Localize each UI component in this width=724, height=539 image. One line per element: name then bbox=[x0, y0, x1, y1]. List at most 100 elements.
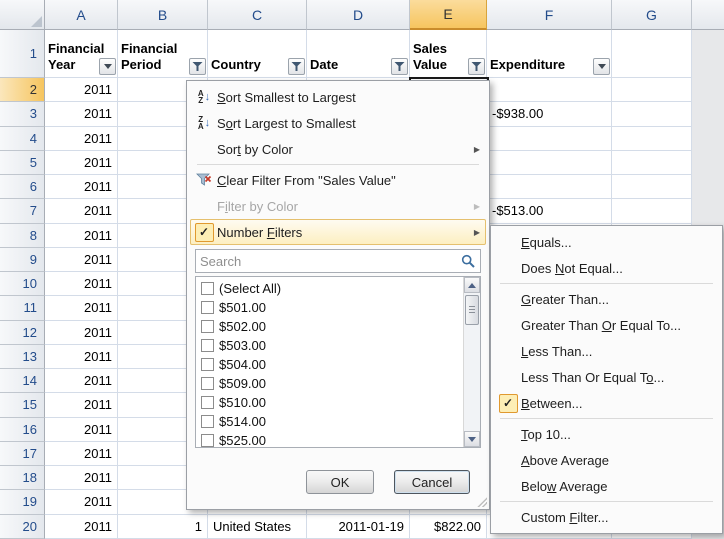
filter-button-b[interactable] bbox=[189, 58, 206, 75]
submenu-item-equals[interactable]: Equals... bbox=[493, 229, 720, 255]
row-header-9[interactable]: 9 bbox=[0, 248, 45, 272]
row-header-1[interactable]: 1 bbox=[0, 30, 45, 78]
checkbox[interactable] bbox=[201, 377, 214, 390]
submenu-item-below-average[interactable]: Below Average bbox=[493, 473, 720, 499]
checkbox[interactable] bbox=[201, 415, 214, 428]
cell-d20[interactable]: 2011-01-19 bbox=[307, 515, 410, 539]
submenu-item-top-10[interactable]: Top 10... bbox=[493, 421, 720, 447]
row-header-5[interactable]: 5 bbox=[0, 151, 45, 175]
cell-f2[interactable] bbox=[487, 78, 612, 102]
cancel-button[interactable]: Cancel bbox=[394, 470, 470, 494]
menu-item-sort-largest-to-smallest[interactable]: ZA↓Sort Largest to Smallest bbox=[190, 110, 486, 136]
filter-button-e[interactable] bbox=[468, 58, 485, 75]
row-header-15[interactable]: 15 bbox=[0, 393, 45, 417]
cell-c20[interactable]: United States bbox=[208, 515, 307, 539]
cell-a7[interactable]: 2011 bbox=[45, 199, 118, 223]
submenu-item-custom-filter[interactable]: Custom Filter... bbox=[493, 504, 720, 530]
filter-value-501-00[interactable]: $501.00 bbox=[199, 298, 463, 317]
row-header-14[interactable]: 14 bbox=[0, 369, 45, 393]
row-header-3[interactable]: 3 bbox=[0, 102, 45, 126]
cell-g3[interactable] bbox=[612, 102, 692, 126]
cell-a11[interactable]: 2011 bbox=[45, 296, 118, 320]
menu-item-sort-smallest-to-largest[interactable]: AZ↓Sort Smallest to Largest bbox=[190, 84, 486, 110]
header-cell-g1[interactable] bbox=[612, 30, 692, 78]
cell-g5[interactable] bbox=[612, 151, 692, 175]
checkbox[interactable] bbox=[201, 282, 214, 295]
cell-g7[interactable] bbox=[612, 199, 692, 223]
submenu-item-greater-than-or-equal-to[interactable]: Greater Than Or Equal To... bbox=[493, 312, 720, 338]
column-header-b[interactable]: B bbox=[118, 0, 208, 30]
column-header-c[interactable]: C bbox=[208, 0, 307, 30]
row-header-7[interactable]: 7 bbox=[0, 199, 45, 223]
cell-g4[interactable] bbox=[612, 127, 692, 151]
filter-button-f[interactable] bbox=[593, 58, 610, 75]
cell-a2[interactable]: 2011 bbox=[45, 78, 118, 102]
filter-value-select-all[interactable]: (Select All) bbox=[199, 279, 463, 298]
scroll-up-button[interactable] bbox=[464, 277, 480, 293]
row-header-11[interactable]: 11 bbox=[0, 296, 45, 320]
cell-g2[interactable] bbox=[612, 78, 692, 102]
cell-a18[interactable]: 2011 bbox=[45, 466, 118, 490]
filter-value-503-00[interactable]: $503.00 bbox=[199, 336, 463, 355]
cell-a6[interactable]: 2011 bbox=[45, 175, 118, 199]
row-header-10[interactable]: 10 bbox=[0, 272, 45, 296]
row-header-18[interactable]: 18 bbox=[0, 466, 45, 490]
cell-a8[interactable]: 2011 bbox=[45, 224, 118, 248]
filter-value-525-00[interactable]: $525.00 bbox=[199, 431, 463, 447]
cell-a20[interactable]: 2011 bbox=[45, 515, 118, 539]
submenu-item-does-not-equal[interactable]: Does Not Equal... bbox=[493, 255, 720, 281]
cell-b20[interactable]: 1 bbox=[118, 515, 208, 539]
header-cell-b1[interactable]: Financial Period bbox=[118, 30, 208, 78]
submenu-item-less-than[interactable]: Less Than... bbox=[493, 338, 720, 364]
filter-value-502-00[interactable]: $502.00 bbox=[199, 317, 463, 336]
cell-a16[interactable]: 2011 bbox=[45, 418, 118, 442]
scroll-thumb[interactable] bbox=[465, 295, 479, 325]
cell-a4[interactable]: 2011 bbox=[45, 127, 118, 151]
cell-a12[interactable]: 2011 bbox=[45, 321, 118, 345]
row-header-20[interactable]: 20 bbox=[0, 515, 45, 539]
row-header-13[interactable]: 13 bbox=[0, 345, 45, 369]
cell-a10[interactable]: 2011 bbox=[45, 272, 118, 296]
scroll-track[interactable] bbox=[464, 293, 480, 431]
row-header-8[interactable]: 8 bbox=[0, 224, 45, 248]
column-header-f[interactable]: F bbox=[487, 0, 612, 30]
cell-f3[interactable]: -$938.00 bbox=[487, 102, 612, 126]
column-header-d[interactable]: D bbox=[307, 0, 410, 30]
cell-a5[interactable]: 2011 bbox=[45, 151, 118, 175]
cell-f7[interactable]: -$513.00 bbox=[487, 199, 612, 223]
cell-g6[interactable] bbox=[612, 175, 692, 199]
column-header-g[interactable]: G bbox=[612, 0, 692, 30]
menu-item-sort-by-color[interactable]: Sort by Color▶ bbox=[190, 136, 486, 162]
cell-a9[interactable]: 2011 bbox=[45, 248, 118, 272]
ok-button[interactable]: OK bbox=[306, 470, 374, 494]
row-header-12[interactable]: 12 bbox=[0, 321, 45, 345]
row-header-16[interactable]: 16 bbox=[0, 418, 45, 442]
cell-a14[interactable]: 2011 bbox=[45, 369, 118, 393]
submenu-item-above-average[interactable]: Above Average bbox=[493, 447, 720, 473]
cell-e20[interactable]: $822.00 bbox=[410, 515, 487, 539]
row-header-2[interactable]: 2 bbox=[0, 78, 45, 102]
row-header-17[interactable]: 17 bbox=[0, 442, 45, 466]
cell-f6[interactable] bbox=[487, 175, 612, 199]
header-cell-a1[interactable]: Financial Year bbox=[45, 30, 118, 78]
cell-f5[interactable] bbox=[487, 151, 612, 175]
submenu-item-greater-than[interactable]: Greater Than... bbox=[493, 286, 720, 312]
scroll-down-button[interactable] bbox=[464, 431, 480, 447]
header-cell-c1[interactable]: Country bbox=[208, 30, 307, 78]
row-header-19[interactable]: 19 bbox=[0, 490, 45, 514]
resize-grip-icon[interactable] bbox=[476, 496, 487, 507]
filter-value-510-00[interactable]: $510.00 bbox=[199, 393, 463, 412]
list-scrollbar[interactable] bbox=[463, 277, 480, 447]
filter-value-509-00[interactable]: $509.00 bbox=[199, 374, 463, 393]
filter-button-c[interactable] bbox=[288, 58, 305, 75]
cell-a19[interactable]: 2011 bbox=[45, 490, 118, 514]
header-cell-e1[interactable]: Sales Value bbox=[410, 30, 487, 78]
cell-a3[interactable]: 2011 bbox=[45, 102, 118, 126]
checkbox[interactable] bbox=[201, 434, 214, 447]
cell-a17[interactable]: 2011 bbox=[45, 442, 118, 466]
select-all-corner[interactable] bbox=[0, 0, 45, 30]
filter-button-d[interactable] bbox=[391, 58, 408, 75]
submenu-item-between[interactable]: ✓Between... bbox=[493, 390, 720, 416]
checkbox[interactable] bbox=[201, 301, 214, 314]
row-header-4[interactable]: 4 bbox=[0, 127, 45, 151]
